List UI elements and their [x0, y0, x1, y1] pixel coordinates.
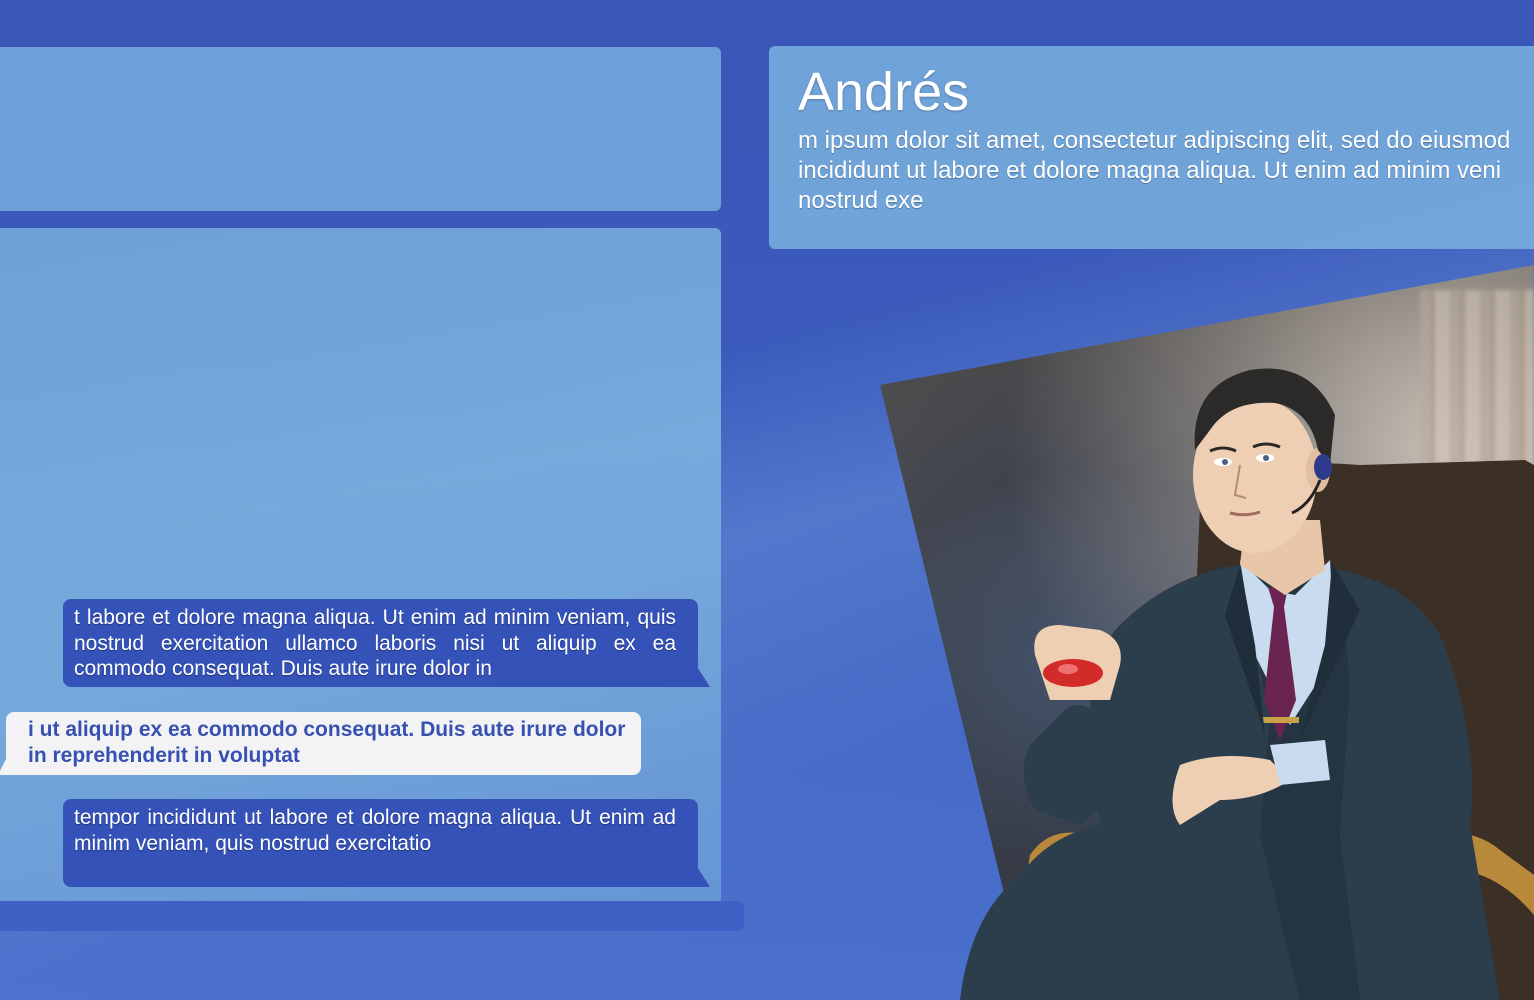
top-left-panel [0, 47, 721, 211]
businessman-portrait-icon [960, 368, 1534, 1000]
character-description: m ipsum dolor sit amet, consectetur adip… [798, 127, 1511, 214]
character-name: Andrés [798, 62, 970, 122]
chat-message-outgoing: tempor incididunt ut labore et dolore ma… [63, 799, 710, 887]
chat-message-outgoing: t labore et dolore magna aliqua. Ut enim… [63, 599, 710, 687]
chat-message-incoming: i ut aliquip ex ea commodo consequat. Du… [0, 712, 641, 775]
chat-message-text: t labore et dolore magna aliqua. Ut enim… [74, 606, 676, 680]
game-scene: t labore et dolore magna aliqua. Ut enim… [0, 0, 1534, 1000]
character-info-panel: Andrés m ipsum dolor sit amet, consectet… [769, 46, 1534, 249]
chat-input-bar[interactable] [0, 901, 744, 931]
chat-message-text: i ut aliquip ex ea commodo consequat. Du… [28, 718, 626, 767]
chat-message-text: tempor incididunt ut labore et dolore ma… [74, 806, 676, 855]
